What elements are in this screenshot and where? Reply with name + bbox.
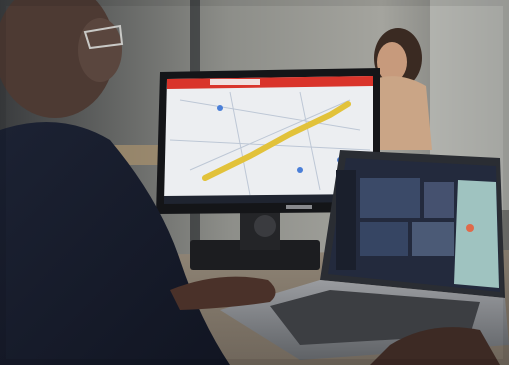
laptop-map-panel — [454, 180, 499, 288]
office-photo — [0, 0, 509, 365]
